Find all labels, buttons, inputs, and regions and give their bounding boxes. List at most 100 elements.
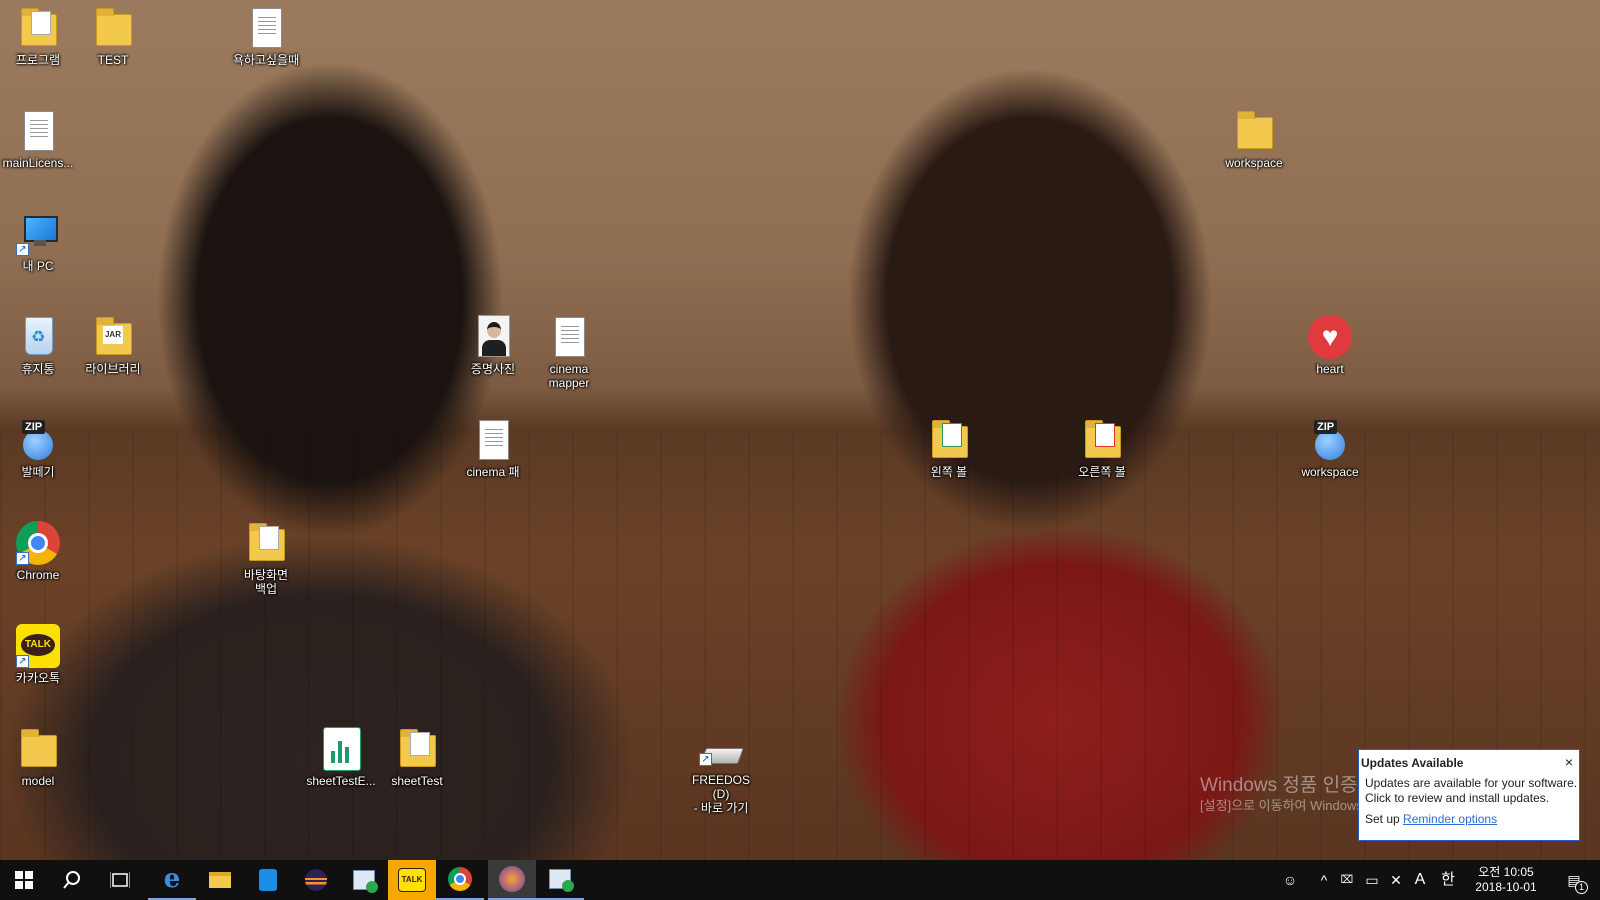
search-icon xyxy=(63,871,80,889)
desktop-icon-baltegi[interactable]: ZIP 발떼기 xyxy=(0,418,76,479)
action-center-button[interactable]: ▤ 1 xyxy=(1562,870,1588,894)
jar-folder-icon: JAR xyxy=(91,315,135,359)
chevron-up-icon[interactable]: ^ xyxy=(1314,870,1334,890)
icon-label: workspace xyxy=(1301,465,1359,479)
document-icon xyxy=(16,109,60,153)
desktop-icon-wallbackup[interactable]: 바탕화면 백업 xyxy=(228,521,304,596)
desktop-icon-library[interactable]: JAR 라이브러리 xyxy=(75,315,151,376)
document-icon xyxy=(244,6,288,50)
taskbar-edge[interactable]: e xyxy=(148,860,196,900)
clock-time: 오전 10:05 xyxy=(1478,865,1534,879)
icon-label: 왼쪽 볼 xyxy=(930,465,968,479)
reminder-options-link[interactable]: Reminder options xyxy=(1403,812,1497,826)
desktop-icon-mainlicense[interactable]: mainLicens... xyxy=(0,109,76,170)
icon-label: 오른쪽 볼 xyxy=(1078,465,1126,479)
desktop-icon-chrome[interactable]: ↗ Chrome xyxy=(0,521,76,582)
task-view-icon xyxy=(110,872,130,888)
start-button[interactable] xyxy=(0,860,48,900)
desktop-icon-yok[interactable]: 욕하고싶을때 xyxy=(228,6,304,67)
desktop-icon-workspace-zip[interactable]: ZIP workspace xyxy=(1292,418,1368,479)
desktop-icon-sheettesteq[interactable]: sheetTestE... xyxy=(303,727,379,788)
desktop-icon-model[interactable]: model xyxy=(0,727,76,788)
taskbar-kakaotalk[interactable]: TALK xyxy=(388,860,436,900)
taskbar-game[interactable] xyxy=(488,860,536,900)
photo-icon xyxy=(471,315,515,359)
network-icon[interactable]: ▭ xyxy=(1362,870,1382,890)
zip-icon: ZIP xyxy=(16,418,60,462)
notification-body[interactable]: Updates are available for your software.… xyxy=(1359,770,1579,806)
icon-label: TEST xyxy=(97,53,129,67)
close-icon[interactable]: × xyxy=(1565,754,1573,770)
document-icon xyxy=(471,418,515,462)
desktop-icon-rightball[interactable]: 오른쪽 볼 xyxy=(1064,418,1140,479)
notification-body-line: Updates are available for your software. xyxy=(1365,776,1578,790)
media-app-icon xyxy=(353,870,378,893)
icon-label: 내 PC xyxy=(22,259,54,273)
desktop-icon-programs[interactable]: 프로그램 xyxy=(0,6,76,67)
icon-label: cinema 패 xyxy=(466,465,520,479)
recycle-bin-icon: ♻ xyxy=(16,315,60,359)
desktop-icon-test[interactable]: TEST xyxy=(75,6,151,67)
ime-language-indicator[interactable]: 한 xyxy=(1438,870,1458,890)
chrome-icon xyxy=(448,867,472,891)
ime-mode-indicator[interactable]: A xyxy=(1410,870,1430,890)
icon-label: heart xyxy=(1316,362,1344,376)
shortcut-arrow-icon: ↗ xyxy=(16,655,29,668)
desktop-icon-heart[interactable]: ♥ heart xyxy=(1292,315,1368,376)
setup-label: Set up xyxy=(1365,812,1400,826)
desktop-icon-mypc[interactable]: ↗ 내 PC xyxy=(0,212,76,273)
desktop-icon-cinemamapper[interactable]: cinema mapper xyxy=(531,315,607,390)
icon-label: 휴지통 xyxy=(21,362,55,376)
icon-label: 프로그램 xyxy=(15,53,61,67)
desktop-icon-freedos[interactable]: ↗ FREEDOS (D) - 바로 가기 xyxy=(683,740,759,815)
taskbar-chrome[interactable] xyxy=(436,860,484,900)
desktop-icon-sheettest[interactable]: sheetTest xyxy=(379,727,455,788)
kakaotalk-icon: TALK xyxy=(398,868,426,892)
notification-count-badge: 1 xyxy=(1575,881,1588,894)
desktop-icon-recycle-bin[interactable]: ♻ 휴지통 xyxy=(0,315,76,376)
icon-label: 욕하고싶을때 xyxy=(232,53,300,67)
shortcut-arrow-icon: ↗ xyxy=(16,243,29,256)
desktop-icon-leftball[interactable]: 왼쪽 볼 xyxy=(911,418,987,479)
taskbar-store[interactable] xyxy=(244,860,292,900)
network-off-icon[interactable]: ⌧ xyxy=(1337,870,1357,890)
icon-label: Chrome xyxy=(16,568,60,582)
desktop-icon-workspace-folder[interactable]: workspace xyxy=(1216,109,1292,170)
clock[interactable]: 오전 10:05 2018-10-01 xyxy=(1466,865,1546,895)
chrome-icon: ↗ xyxy=(16,521,60,565)
icon-label: 증명사진 xyxy=(470,362,516,376)
taskbar-eclipse[interactable] xyxy=(292,860,340,900)
desktop-icon-idphoto[interactable]: 증명사진 xyxy=(455,315,531,376)
media-app2-icon xyxy=(549,869,574,892)
store-icon xyxy=(259,869,277,891)
folder-icon xyxy=(91,6,135,50)
taskbar: e TALK ☺ ^ ⌧ ▭ ✕ A 한 오전 10:05 2018-10-01 xyxy=(0,860,1600,900)
taskbar-media-app[interactable] xyxy=(340,860,388,900)
kakaotalk-icon: TALK ↗ xyxy=(16,624,60,668)
shortcut-arrow-icon: ↗ xyxy=(699,753,712,766)
icon-label: mainLicens... xyxy=(2,156,74,170)
folder-icon xyxy=(244,521,288,565)
heart-icon: ♥ xyxy=(1308,315,1352,359)
icon-label: 발떼기 xyxy=(21,465,55,479)
icon-label: FREEDOS (D) - 바로 가기 xyxy=(691,773,750,815)
people-icon[interactable]: ☺ xyxy=(1280,870,1300,890)
taskbar-file-explorer[interactable] xyxy=(196,860,244,900)
clock-date: 2018-10-01 xyxy=(1475,880,1537,894)
icon-label: sheetTestE... xyxy=(306,774,376,788)
search-button[interactable] xyxy=(48,860,96,900)
icon-label: 바탕화면 백업 xyxy=(243,568,289,596)
notification-title: Updates Available xyxy=(1361,756,1464,770)
volume-mute-icon[interactable]: ✕ xyxy=(1386,870,1406,890)
eclipse-icon xyxy=(305,869,327,891)
task-view-button[interactable] xyxy=(96,860,144,900)
desktop-icon-kakaotalk[interactable]: TALK ↗ 카카오톡 xyxy=(0,624,76,685)
icon-label: cinema mapper xyxy=(548,362,590,390)
folder-icon xyxy=(395,727,439,771)
taskbar-media-app-2[interactable] xyxy=(536,860,584,900)
updates-notification[interactable]: Updates Available × Updates are availabl… xyxy=(1358,749,1580,841)
document-icon xyxy=(547,315,591,359)
folder-icon xyxy=(927,418,971,462)
desktop-icon-cinemapae[interactable]: cinema 패 xyxy=(455,418,531,479)
file-explorer-icon xyxy=(209,872,231,888)
